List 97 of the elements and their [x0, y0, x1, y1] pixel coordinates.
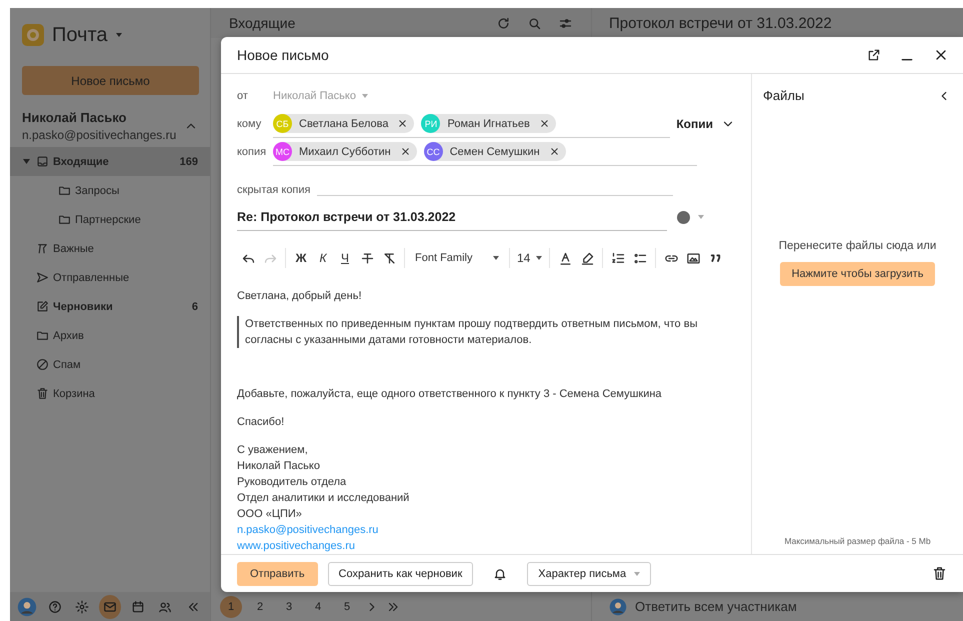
folder-icon — [36, 329, 49, 342]
calendar-icon — [130, 600, 145, 614]
subject-field[interactable]: Re: Протокол встречи от 31.03.2022 — [237, 204, 667, 231]
search-icon[interactable] — [527, 16, 542, 30]
page-button[interactable]: 1 — [220, 596, 242, 618]
external-link-icon[interactable] — [867, 48, 881, 62]
cc-label: копия — [237, 146, 268, 158]
folder-item[interactable]: Корзина — [10, 379, 210, 408]
folder-item[interactable]: Партнерские — [10, 205, 210, 234]
trash-icon — [36, 387, 49, 400]
caret-icon[interactable] — [116, 33, 122, 37]
signature-link[interactable]: www.positivechanges.ru — [237, 538, 356, 554]
highlighter-icon — [580, 250, 595, 266]
contacts-icon — [158, 600, 172, 614]
page-button[interactable]: 5 — [336, 596, 358, 618]
folder-icon — [58, 213, 71, 226]
copies-toggle[interactable]: Копии — [676, 117, 735, 131]
to-label: кому — [237, 118, 262, 130]
folder-item[interactable]: Запросы — [10, 176, 210, 205]
save-draft-button[interactable]: Сохранить как черновик — [328, 562, 474, 586]
account-email: n.pasko@positivechanges.ru — [22, 128, 178, 142]
avatar-icon — [16, 596, 37, 616]
avatar-initials: СБ — [273, 114, 292, 133]
signature-link[interactable]: n.pasko@positivechanges.ru — [237, 522, 378, 538]
sender-dropdown[interactable]: Николай Пасько — [273, 90, 368, 102]
folder-item[interactable]: Черновики 6 — [10, 292, 210, 321]
body-paragraph: Добавьте, пожалуйста, еще одного ответственного к пункту 3 - Семена Семушкина — [237, 387, 663, 402]
reply-all-link[interactable]: Ответить всем участникам — [635, 599, 797, 614]
body-paragraph: Светлана, добрый день! — [237, 289, 363, 304]
strikethrough-icon — [360, 250, 374, 266]
folder-icon — [58, 184, 71, 197]
text-color-icon — [558, 250, 573, 266]
account-name: Николай Пасько — [22, 110, 128, 125]
bcc-label: скрытая копия — [237, 184, 310, 196]
message-title: Протокол встречи от 31.03.2022 — [592, 8, 963, 38]
app-title[interactable]: Почта — [52, 24, 108, 46]
block-icon — [36, 358, 49, 371]
edit-icon — [36, 300, 49, 313]
clear-format-icon — [382, 250, 396, 266]
folder-item[interactable]: Спам — [10, 350, 210, 379]
signature-line: С уважением, — [237, 443, 309, 458]
folder-item[interactable]: Входящие 169 — [10, 147, 210, 176]
font-family-dropdown[interactable]: Font Family — [409, 248, 505, 268]
message-type-dropdown[interactable]: Характер письма — [527, 562, 652, 586]
help-icon — [48, 600, 62, 614]
close-icon[interactable] — [397, 118, 408, 129]
close-icon[interactable] — [538, 118, 550, 129]
italic-button[interactable]: К — [312, 248, 334, 268]
new-message-button[interactable]: Новое письмо — [22, 66, 199, 95]
drop-hint: Перенесите файлы сюда или — [778, 240, 936, 252]
bell-icon[interactable] — [493, 566, 508, 580]
max-size-note: Максимальный размер файла - 5 Mb — [784, 536, 931, 546]
dialog-title: Новое письмо — [237, 47, 330, 63]
body-paragraph: Спасибо! — [237, 415, 286, 430]
signature-line: ООО «ЦПИ» — [237, 507, 303, 522]
send-button[interactable]: Отправить — [237, 562, 318, 586]
list-title: Входящие — [229, 15, 296, 31]
settings-icon — [75, 600, 90, 614]
font-size-dropdown[interactable]: 14 — [514, 248, 546, 268]
color-picker[interactable] — [677, 210, 704, 224]
recipient-chip[interactable]: СС Семен Семушкин — [424, 142, 566, 161]
folder-item[interactable]: Отправленные — [10, 263, 210, 292]
logo-icon — [22, 24, 44, 46]
close-icon[interactable] — [548, 146, 560, 157]
avatar-initials: СС — [424, 142, 443, 161]
page-button[interactable]: 2 — [249, 596, 271, 618]
caret-down-icon[interactable] — [22, 159, 30, 164]
folder-item[interactable]: Важные — [10, 234, 210, 263]
signature-line: Руководитель отдела — [237, 475, 348, 490]
mail-icon — [103, 600, 118, 614]
signature-line: Отдел аналитики и исследований — [237, 491, 410, 506]
avatar-initials: РИ — [421, 114, 440, 133]
from-label: от — [237, 90, 249, 102]
cc-field[interactable]: МС Михаил Субботин СС Семен Семушкин — [273, 138, 697, 166]
numbered-list-icon — [610, 250, 626, 266]
quoted-paragraph: Ответственных по приведенным пунктам прошу подтвердить ответным письмом, что вы согласны с указанными датами готовности материалов. — [237, 316, 715, 348]
refresh-icon[interactable] — [496, 16, 511, 30]
inbox-icon — [36, 155, 49, 168]
avatar-initials: МС — [273, 142, 292, 161]
page-button[interactable]: 4 — [307, 596, 329, 618]
bold-button[interactable]: Ж — [290, 248, 312, 268]
recipient-chip[interactable]: РИ Роман Игнатьев — [421, 114, 556, 133]
recipient-chip[interactable]: МС Михаил Субботин — [273, 142, 417, 161]
to-field[interactable]: СБ Светлана Белова РИ Роман Игнатьев — [273, 110, 670, 138]
signature-line: Николай Пасько — [237, 459, 321, 474]
send-icon — [36, 271, 49, 284]
image-icon — [686, 250, 701, 266]
close-icon[interactable] — [400, 146, 411, 157]
folder-item[interactable]: Архив — [10, 321, 210, 350]
upload-button[interactable]: Нажмите чтобы загрузить — [780, 262, 936, 286]
avatar-icon — [609, 598, 627, 616]
underline-button[interactable]: Ч — [334, 248, 356, 268]
recipient-chip[interactable]: СБ Светлана Белова — [273, 114, 414, 133]
page-button[interactable]: 3 — [278, 596, 300, 618]
trash-icon[interactable] — [932, 566, 947, 581]
mail-button[interactable] — [99, 594, 121, 618]
files-title: Файлы — [763, 88, 804, 103]
